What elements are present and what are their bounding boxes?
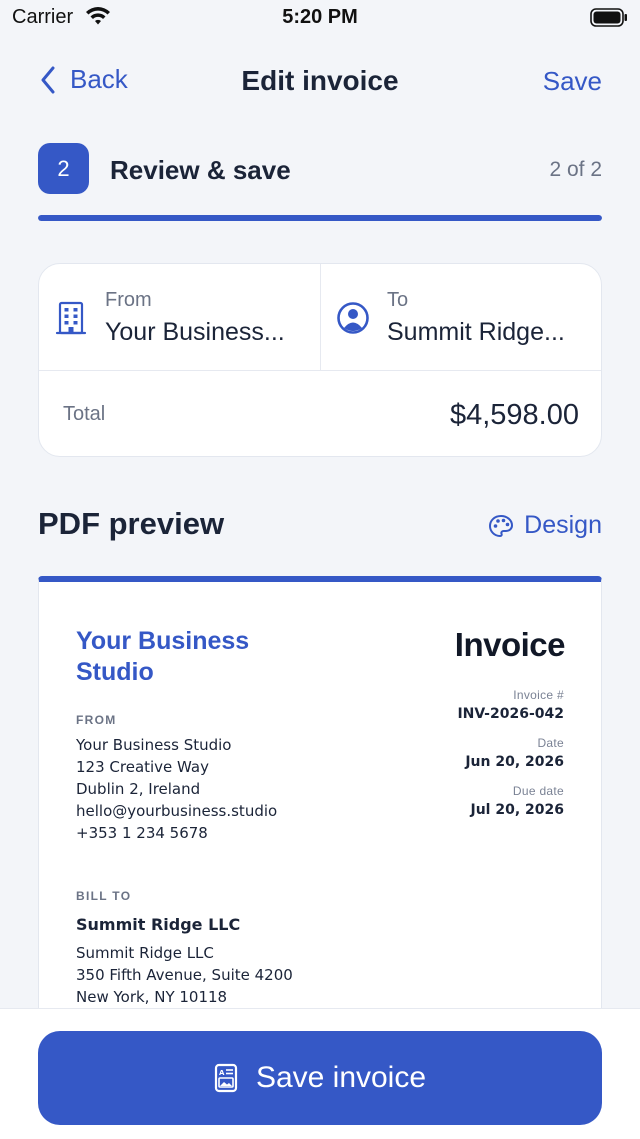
date-label: Date <box>537 736 564 750</box>
from-label: From <box>105 289 152 311</box>
step-progress-fill <box>38 215 602 221</box>
pdf-business-name: Your Business Studio <box>76 627 250 686</box>
to-party[interactable]: To Summit Ridge... <box>321 264 601 370</box>
bill-to-name: Summit Ridge LLC <box>76 915 241 934</box>
battery-icon <box>590 8 627 27</box>
bill-to-address-line: New York, NY 10118 <box>76 988 228 1006</box>
pdf-invoice-heading: Invoice <box>454 626 566 663</box>
status-bar: Carrier 5:20 PM <box>0 0 640 36</box>
svg-text:A: A <box>219 1069 225 1077</box>
design-label: Design <box>524 511 602 539</box>
invoice-number-label: Invoice # <box>513 688 564 702</box>
step-number-badge: 2 <box>38 143 89 194</box>
bill-to-address-line: Summit Ridge LLC <box>76 944 214 962</box>
pdf-preview-header: PDF preview Design <box>38 506 602 546</box>
pdf-preview-title: PDF preview <box>38 506 225 541</box>
due-date-label: Due date <box>512 784 564 798</box>
building-icon <box>55 301 87 335</box>
step-progress-bar <box>38 215 602 221</box>
step-indicator: 2 Review & save 2 of 2 <box>38 143 602 195</box>
from-party[interactable]: From Your Business... <box>39 264 321 370</box>
from-name: Your Business... <box>105 318 285 346</box>
from-address-line: hello@yourbusiness.studio <box>76 802 278 820</box>
total-value: $4,598.00 <box>449 399 579 431</box>
document-icon: A <box>214 1063 238 1093</box>
design-button[interactable]: Design <box>488 511 602 540</box>
bill-to-address: Summit Ridge LLC 350 Fifth Avenue, Suite… <box>76 942 293 1008</box>
bill-to-section-label: BILL TO <box>76 889 132 903</box>
save-invoice-label: Save invoice <box>255 1061 427 1094</box>
total-row: Total $4,598.00 <box>39 370 601 456</box>
from-address-line: Dublin 2, Ireland <box>76 780 201 798</box>
invoice-summary-card: From Your Business... To Summit Ridge...… <box>38 263 602 457</box>
navigation-bar: Back Edit invoice Save <box>0 56 640 106</box>
total-label: Total <box>63 403 106 425</box>
to-name: Summit Ridge... <box>387 318 565 346</box>
due-date: Jul 20, 2026 <box>470 802 565 818</box>
palette-icon <box>489 514 514 537</box>
from-section-label: FROM <box>76 713 117 727</box>
invoice-number: INV-2026-042 <box>457 706 564 722</box>
save-invoice-button[interactable]: A Save invoice <box>38 1031 602 1125</box>
step-count: 2 of 2 <box>549 158 602 181</box>
from-address-line: Your Business Studio <box>76 736 232 754</box>
user-circle-icon <box>337 302 369 334</box>
invoice-date: Jun 20, 2026 <box>465 754 564 770</box>
from-address: Your Business Studio 123 Creative Way Du… <box>76 734 277 844</box>
clock: 5:20 PM <box>282 6 358 28</box>
bottom-action-bar: A Save invoice <box>0 1008 640 1139</box>
bill-to-address-line: 350 Fifth Avenue, Suite 4200 <box>76 966 293 984</box>
to-label: To <box>387 289 409 311</box>
save-button[interactable]: Save <box>543 66 602 97</box>
step-title: Review & save <box>110 155 291 185</box>
from-address-line: 123 Creative Way <box>76 758 209 776</box>
pdf-preview-page[interactable]: Your Business Studio Invoice Invoice # I… <box>38 576 602 1056</box>
from-address-line: +353 1 234 5678 <box>76 824 208 842</box>
pdf-invoice-meta: Invoice # INV-2026-042 Date Jun 20, 2026… <box>457 688 564 832</box>
